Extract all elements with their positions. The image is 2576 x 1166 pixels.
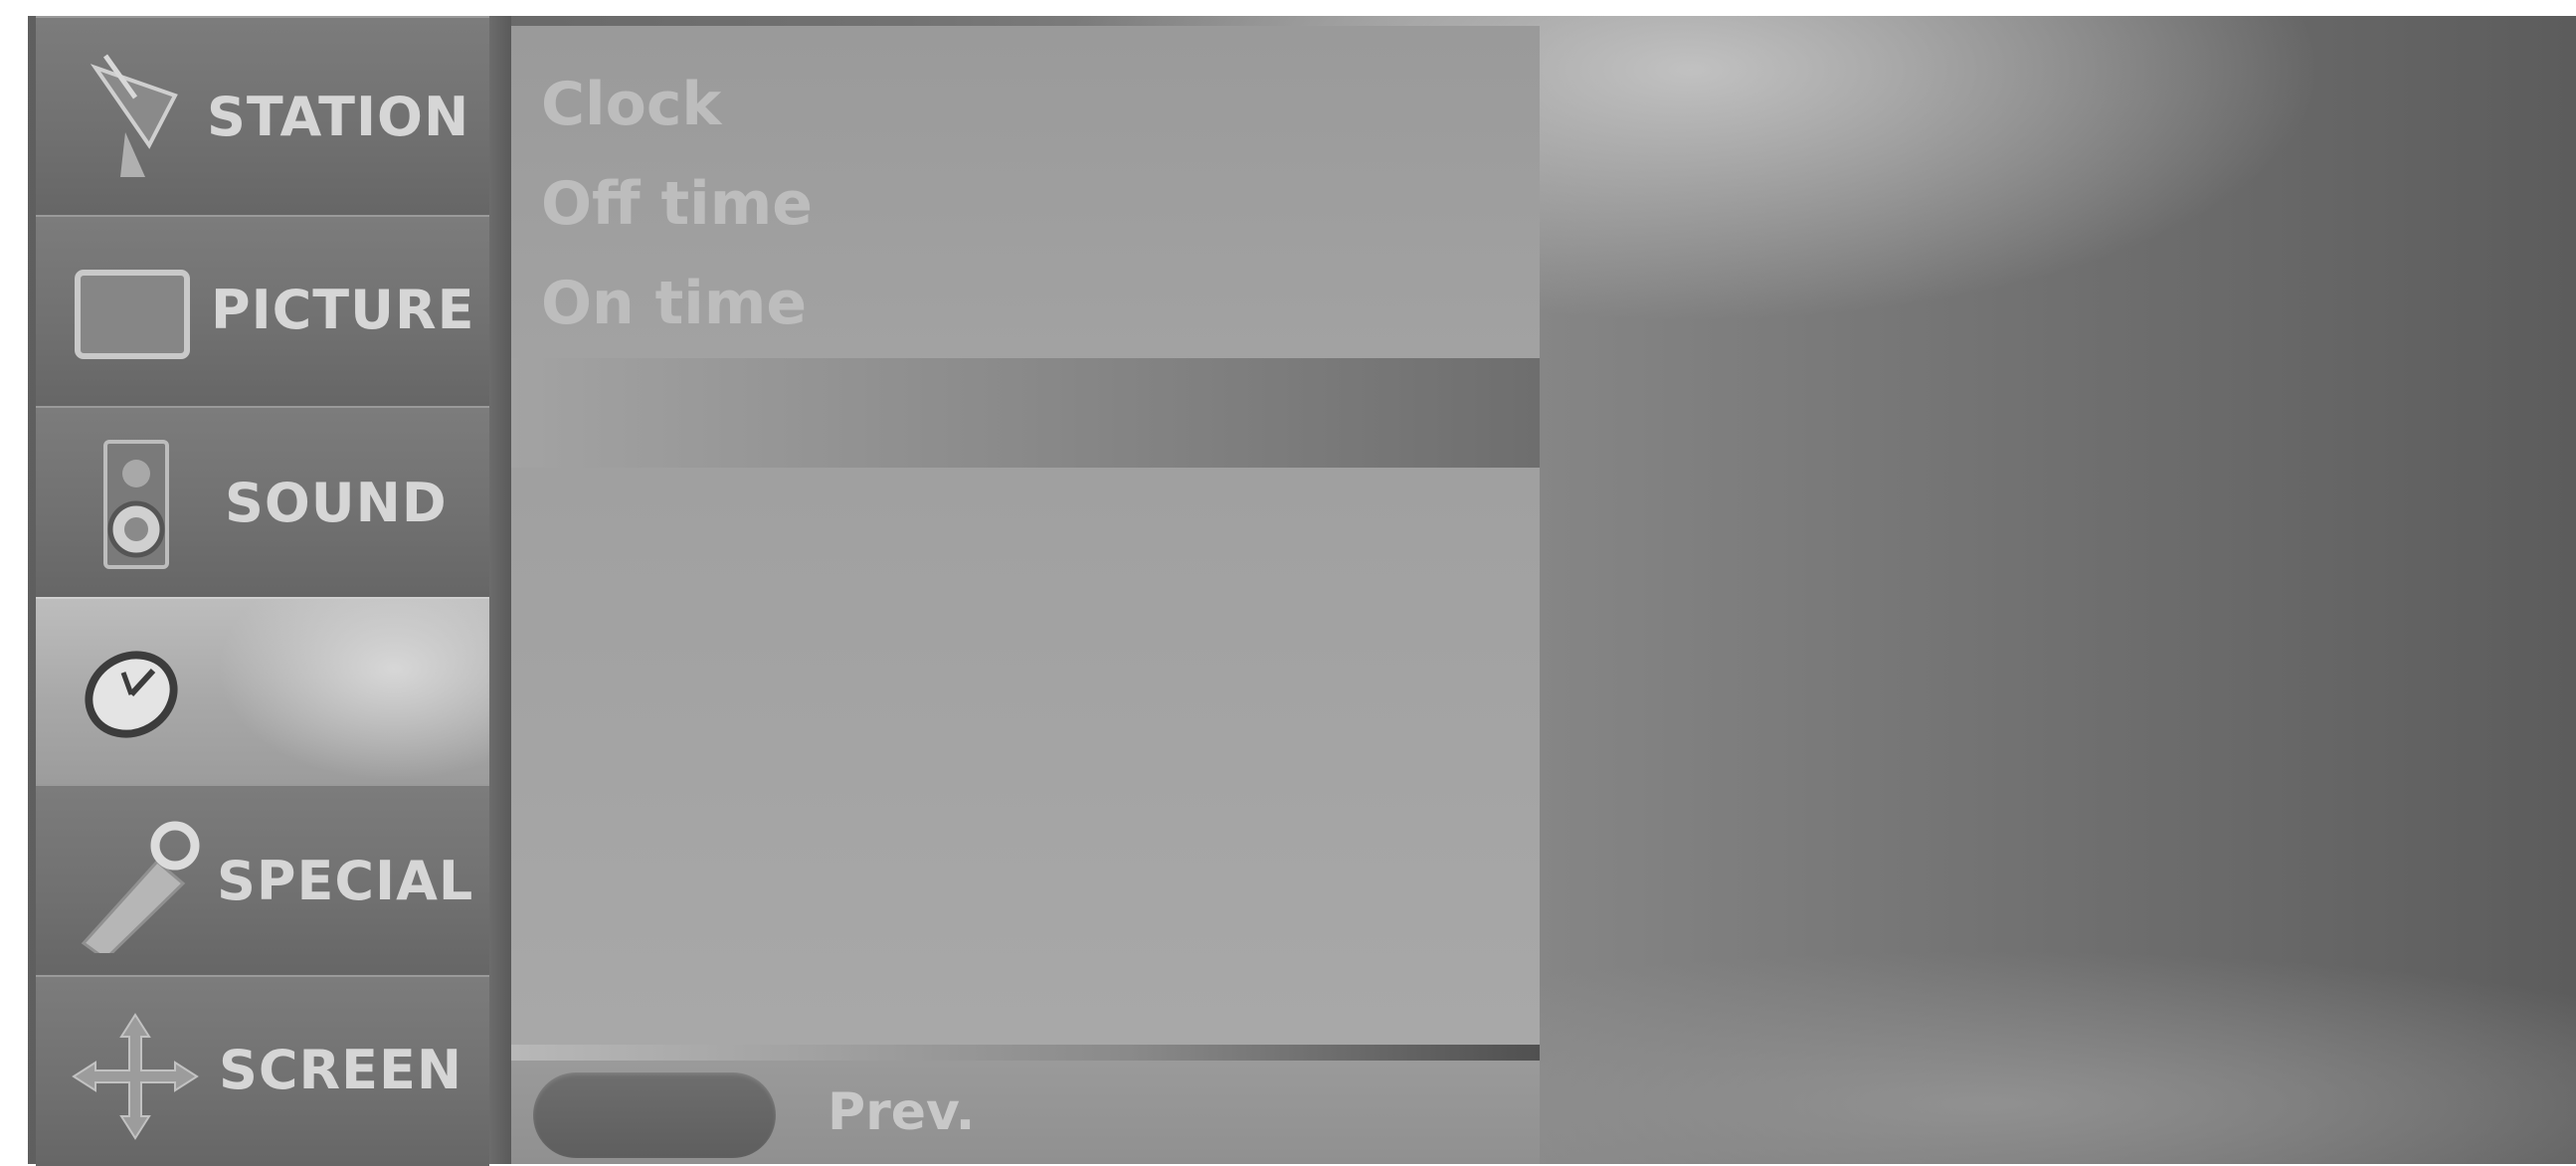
menu-item-special-label: SPECIAL bbox=[217, 850, 474, 912]
satellite-dish-icon bbox=[90, 54, 178, 177]
menu-item-sound-label: SOUND bbox=[225, 472, 448, 534]
speaker-icon bbox=[103, 440, 169, 569]
menu-item-special[interactable]: SPECIAL bbox=[36, 784, 489, 975]
prev-button-label: Prev. bbox=[828, 1082, 976, 1142]
submenu-item-off-time[interactable]: Off time bbox=[541, 169, 813, 239]
menu-item-picture[interactable]: PICTURE bbox=[36, 215, 489, 406]
tv-screen-icon bbox=[75, 270, 190, 359]
menu-item-time[interactable] bbox=[36, 597, 489, 784]
menu-item-station-label: STATION bbox=[207, 86, 470, 148]
menu-item-sound[interactable]: SOUND bbox=[36, 406, 489, 597]
prev-button[interactable] bbox=[533, 1072, 776, 1158]
panel-divider-line bbox=[511, 1045, 1540, 1061]
move-arrows-icon bbox=[72, 1013, 199, 1140]
menu-item-picture-label: PICTURE bbox=[211, 279, 475, 341]
menu-item-screen-label: SCREEN bbox=[219, 1039, 463, 1101]
menu-item-station[interactable]: STATION bbox=[36, 16, 489, 215]
submenu-separator-band bbox=[511, 358, 1540, 468]
page-margin-left bbox=[0, 0, 28, 1164]
time-submenu: Clock Off time On time bbox=[511, 26, 1540, 358]
clock-icon bbox=[85, 651, 178, 738]
info-panel bbox=[511, 468, 1540, 1045]
submenu-item-on-time[interactable]: On time bbox=[541, 269, 807, 338]
menu-item-screen[interactable]: SCREEN bbox=[36, 975, 489, 1166]
submenu-item-clock[interactable]: Clock bbox=[541, 70, 721, 139]
page-margin-top bbox=[0, 0, 2576, 16]
key-tag-icon bbox=[81, 821, 200, 953]
menu-divider bbox=[489, 16, 511, 1164]
